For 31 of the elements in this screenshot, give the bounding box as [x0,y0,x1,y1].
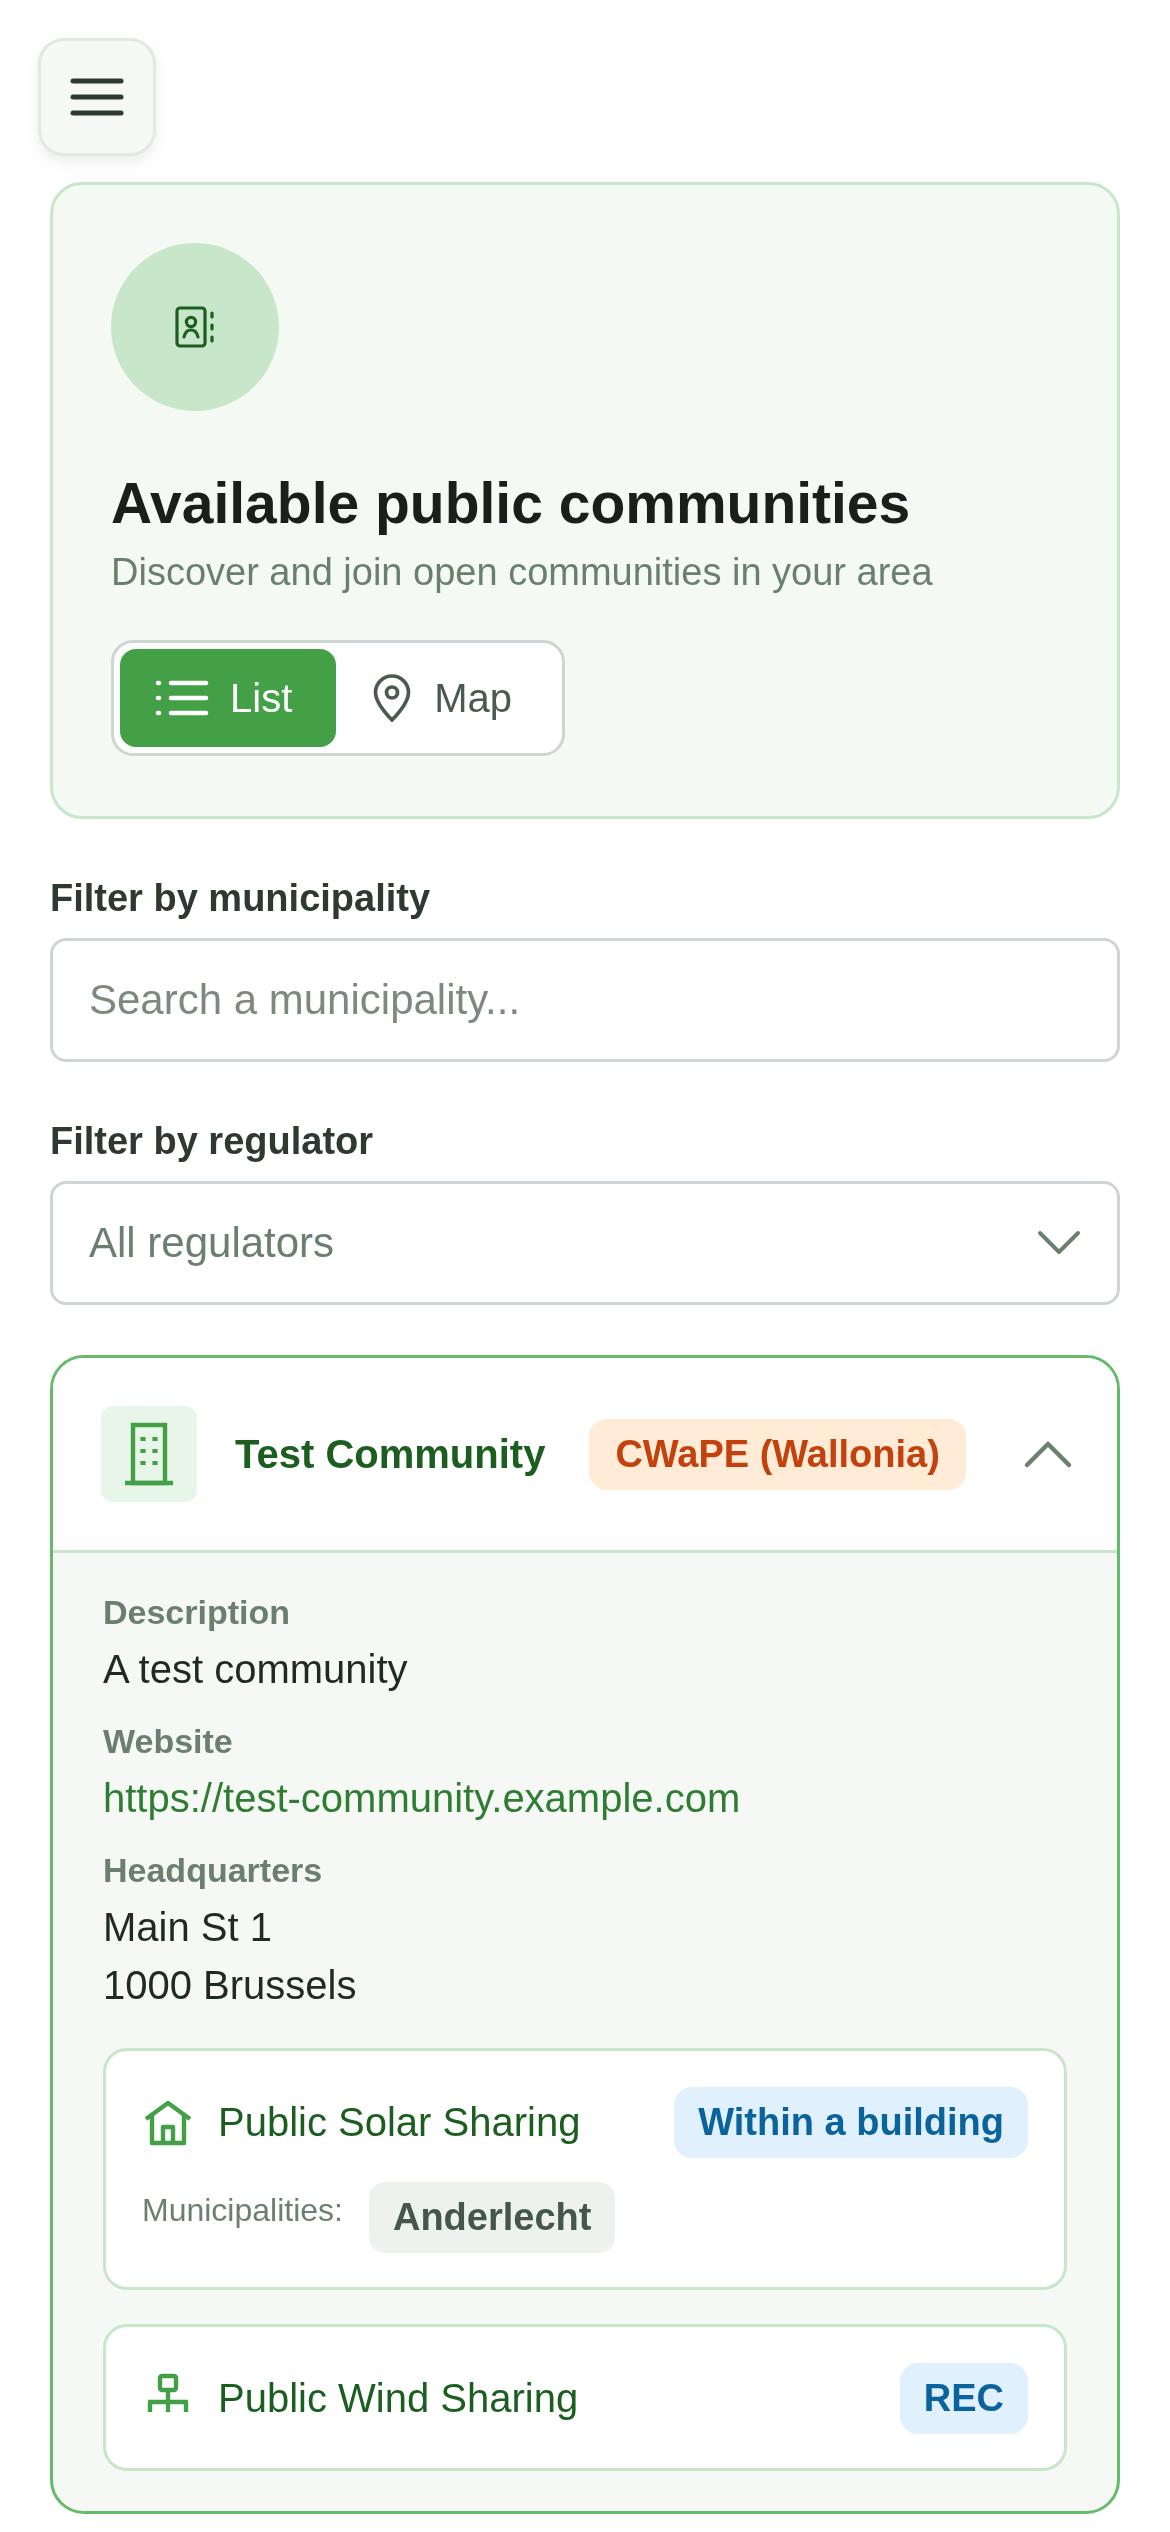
municipality-tag: Anderlecht [368,2182,616,2254]
project-card[interactable]: Public Solar Sharing Within a building Municipalities: Anderlecht [103,2048,1067,2291]
project-card[interactable]: Public Wind Sharing REC [103,2324,1067,2472]
building-icon [101,1406,197,1503]
project-type-badge: Within a building [674,2087,1028,2159]
menu-button[interactable] [38,38,156,156]
chevron-down-icon [1037,1230,1081,1257]
municipalities-label: Municipalities: [142,2192,343,2230]
project-type-badge: REC [899,2363,1028,2435]
detail-label: Headquarters [103,1851,324,1891]
map-view-button[interactable]: Map [336,649,557,748]
detail-label: Website [103,1722,234,1762]
detail-value: Main St 1 [103,1904,273,1952]
detail-value: 1000 Brussels [103,1962,358,2010]
website-link[interactable]: https://test-community.example.com [103,1769,741,1828]
detail-label: Description [103,1593,292,1633]
project-name: Public Solar Sharing [218,2100,581,2146]
detail-value: A test community [103,1646,409,1694]
municipality-search-field[interactable]: Search a municipality... [50,938,1120,1063]
page-title: Available public communities [111,470,912,537]
house-icon [142,2098,194,2147]
regulator-dropdown[interactable]: All regulators [50,1181,1120,1306]
community-header[interactable]: Test Community CWaPE (Wallonia) [53,1358,1117,1554]
page-subtitle: Discover and join open communities in your area [111,551,934,595]
regulator-badge: CWaPE (Wallonia) [589,1418,966,1490]
chevron-icon[interactable] [1023,1439,1073,1470]
project-name: Public Wind Sharing [218,2376,579,2422]
menu-icon [69,77,125,117]
filter-label: Filter by municipality [50,877,432,921]
community-name: Test Community [235,1431,546,1477]
filter-label: Filter by regulator [50,1120,375,1164]
